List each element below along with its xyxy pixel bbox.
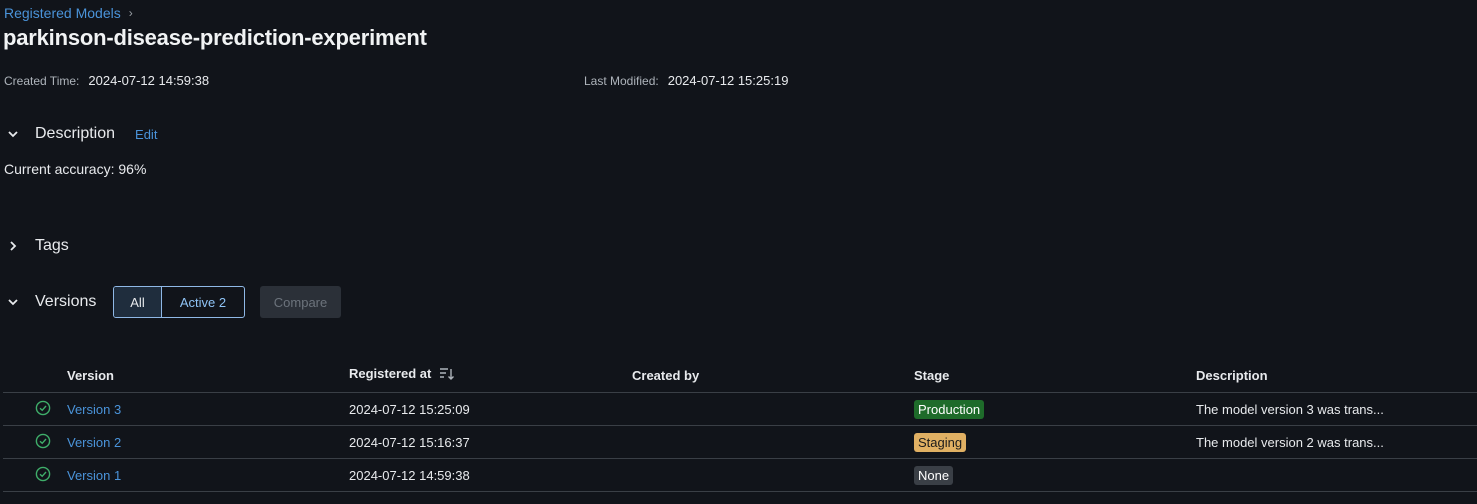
version-link[interactable]: Version 2 (67, 435, 121, 450)
created-time-label: Created Time: (4, 74, 80, 88)
tags-section-header[interactable]: Tags (6, 237, 69, 255)
description-heading: Description (35, 125, 116, 142)
tags-heading: Tags (35, 237, 69, 254)
description-cell: The model version 3 was trans... (1196, 392, 1477, 426)
filter-active-button[interactable]: Active 2 (162, 287, 244, 317)
chevron-down-icon[interactable] (6, 127, 20, 141)
created-by-cell (632, 425, 914, 459)
last-modified: Last Modified: 2024-07-12 15:25:19 (584, 73, 788, 88)
column-header-version[interactable]: Version (67, 358, 349, 393)
stage-badge: Staging (914, 432, 967, 452)
created-by-cell (632, 392, 914, 426)
version-link[interactable]: Version 1 (67, 468, 121, 483)
column-header-created-by[interactable]: Created by (632, 358, 914, 393)
versions-section-header: Versions (6, 293, 96, 311)
version-cell: Version 1 (67, 458, 349, 492)
table-row: Version 2 2024-07-12 15:16:37 Staging The m… (3, 425, 1477, 459)
check-circle-icon (35, 433, 51, 452)
page-title: parkinson-disease-prediction-experiment (3, 25, 427, 50)
check-circle-icon (35, 466, 51, 485)
stage-cell: None (914, 458, 1196, 492)
table-header-row: Version Registered at Created by Stage D… (3, 358, 1477, 393)
compare-button[interactable]: Compare (260, 286, 341, 318)
chevron-down-icon[interactable] (6, 295, 20, 309)
edit-description-link[interactable]: Edit (135, 127, 157, 142)
registered-at-label: Registered at (349, 366, 432, 382)
description-cell: The model version 2 was trans... (1196, 425, 1477, 459)
registered-at-cell: 2024-07-12 15:16:37 (349, 425, 632, 459)
created-by-cell (632, 458, 914, 492)
status-cell (3, 458, 67, 492)
filter-all-button[interactable]: All (114, 287, 162, 317)
breadcrumb-registered-models-link[interactable]: Registered Models (4, 5, 121, 21)
versions-heading: Versions (35, 293, 97, 310)
stage-cell: Production (914, 392, 1196, 426)
version-cell: Version 2 (67, 425, 349, 459)
breadcrumb-separator: › (128, 6, 133, 20)
description-cell (1196, 458, 1477, 492)
stage-badge: None (914, 465, 954, 485)
table-row: Version 3 2024-07-12 15:25:09 Production Th… (3, 392, 1477, 426)
last-modified-label: Last Modified: (584, 74, 659, 88)
description-section-header: Description Edit (6, 125, 157, 143)
registered-at-cell: 2024-07-12 15:25:09 (349, 392, 632, 426)
registered-at-cell: 2024-07-12 14:59:38 (349, 458, 632, 492)
breadcrumb: Registered Models › (4, 5, 133, 21)
version-link[interactable]: Version 3 (67, 402, 121, 417)
column-header-stage[interactable]: Stage (914, 358, 1196, 393)
check-circle-icon (35, 400, 51, 419)
table-row: Version 1 2024-07-12 14:59:38 None (3, 458, 1477, 492)
status-column-header (3, 358, 67, 393)
versions-filter-toggle: All Active 2 (113, 286, 245, 318)
chevron-right-icon[interactable] (6, 239, 20, 253)
created-time: Created Time: 2024-07-12 14:59:38 (4, 73, 209, 88)
model-description-text: Current accuracy: 96% (4, 161, 147, 177)
versions-table: Version Registered at Created by Stage D… (3, 358, 1477, 492)
created-time-value: 2024-07-12 14:59:38 (88, 73, 210, 88)
stage-badge: Production (914, 399, 985, 419)
stage-cell: Staging (914, 425, 1196, 459)
status-cell (3, 425, 67, 459)
column-header-registered-at[interactable]: Registered at (349, 358, 632, 393)
column-header-description[interactable]: Description (1196, 358, 1477, 393)
status-cell (3, 392, 67, 426)
version-cell: Version 3 (67, 392, 349, 426)
sort-descending-icon[interactable] (439, 367, 455, 384)
last-modified-value: 2024-07-12 15:25:19 (667, 73, 789, 88)
